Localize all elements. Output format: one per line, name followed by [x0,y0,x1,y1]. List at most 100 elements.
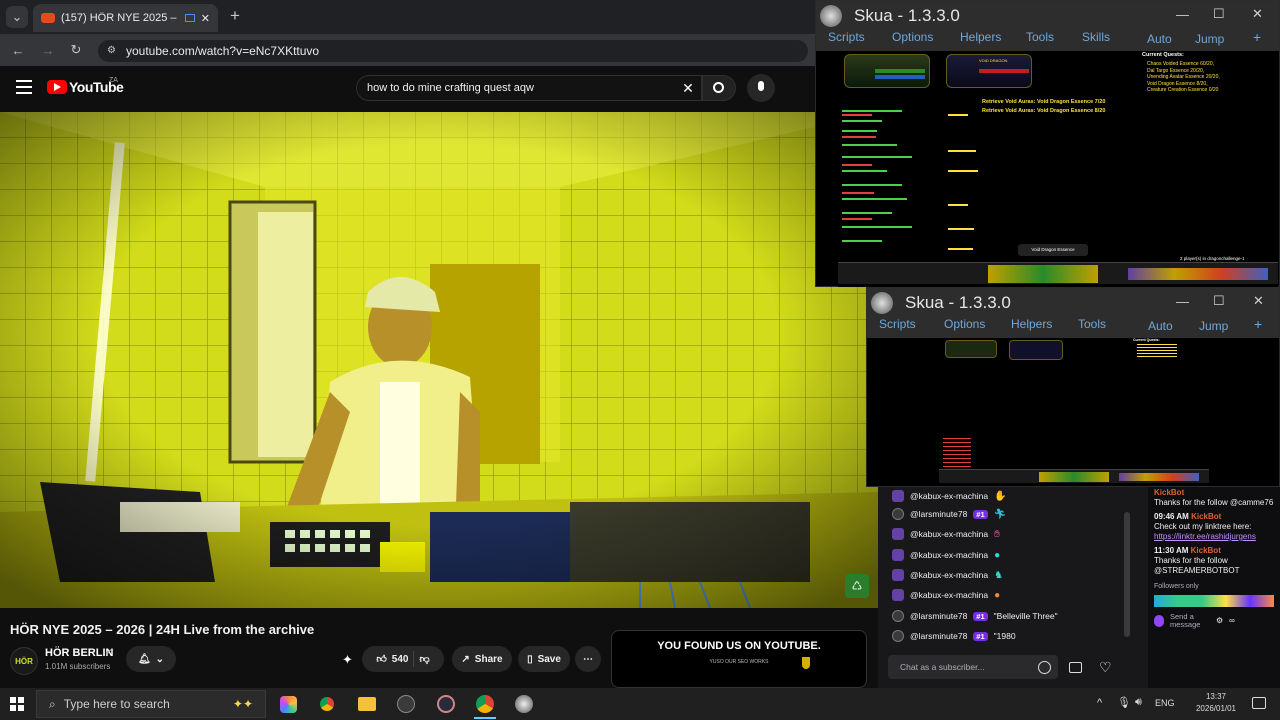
send-message-input[interactable]: Send a message [1170,613,1210,629]
bot-message: Thanks for the follow @STREAMERBOTBOT [1154,556,1240,575]
language-indicator[interactable]: ENG [1155,698,1175,708]
menu-tools[interactable]: Tools [1026,30,1054,44]
clear-search-icon[interactable]: ✕ [680,80,696,96]
browser-tab[interactable]: (157) HÖR NYE 2025 – 2026 ✕ [33,4,218,32]
gift-icon[interactable] [1069,662,1082,673]
item-tooltip: Void Dragon Essence [1018,244,1088,256]
action-bar[interactable] [939,469,1209,483]
subscribed-button[interactable]: 🔔︎ ⌄ [126,646,176,672]
maximize-icon[interactable]: ☐ [1213,293,1225,309]
chrome-active-icon[interactable] [476,695,494,713]
search-button[interactable] [702,75,736,101]
like-button[interactable]: 👍︎ 540 [376,653,409,666]
minimize-icon[interactable]: — [1176,7,1189,22]
back-icon[interactable]: ← [10,42,26,58]
channel-avatar[interactable]: HÖR [10,647,38,675]
emote-icon: ● [994,589,1001,601]
snipping-tool-icon[interactable] [437,695,455,713]
close-icon[interactable]: ✕ [1252,6,1263,22]
chat-message: @larsminute78 #1 "1980 [892,627,1016,645]
mic-icon[interactable] [1154,615,1164,627]
volume-icon[interactable]: 🔊︎ [1135,696,1142,709]
forward-icon[interactable]: → [40,42,56,58]
chat-username[interactable]: @kabux-ex-machina [910,590,988,600]
chat-username[interactable]: @kabux-ex-machina [910,550,988,560]
tray-mic-icon[interactable]: 🎙︎ [1117,696,1131,709]
like-count: 540 [391,653,409,665]
skua-taskbar-icon[interactable] [515,695,533,713]
menu-options[interactable]: Options [944,317,985,331]
search-input[interactable]: how to do mine crafting quest aqw [356,75,702,101]
file-explorer-icon[interactable] [358,697,376,711]
site-info-icon[interactable]: ⚙ [107,45,116,56]
voice-search-button[interactable] [747,74,775,102]
menu-skills[interactable]: Skills [1082,30,1110,44]
minimize-icon[interactable]: — [1176,294,1189,309]
menu-hamburger-icon[interactable] [16,80,32,94]
chat-username[interactable]: @larsminute78 [910,509,967,519]
heart-icon[interactable]: ♡ [1099,659,1112,676]
menu-auto[interactable]: Auto [1147,32,1172,46]
game-viewport[interactable]: Current Quests: [939,338,1209,486]
chat-username[interactable]: @larsminute78 [910,611,967,621]
youtube-logo-icon[interactable] [47,80,67,94]
share-icon: ↗ [461,653,470,665]
menu-jump[interactable]: Jump [1195,32,1224,46]
chat-message: @kabux-ex-machina ✋ [892,487,1007,505]
channel-name[interactable]: HÖR BERLIN [45,647,113,659]
reload-icon[interactable]: ↻ [68,42,84,58]
watermark-icon: ♺ [845,574,869,598]
menu-helpers[interactable]: Helpers [960,30,1001,44]
badge-icon [892,569,904,581]
tab-search-icon[interactable]: ⌄ [6,6,28,28]
super-thanks-icon[interactable]: ✦ [342,652,353,668]
tray-chevron-icon[interactable]: ^ [1097,697,1102,709]
video-player[interactable]: ♺ [0,112,878,608]
close-icon[interactable]: ✕ [1253,293,1264,309]
chat-username[interactable]: @kabux-ex-machina [910,529,988,539]
chat-username[interactable]: @kabux-ex-machina [910,491,988,501]
menu-tools[interactable]: Tools [1078,317,1106,331]
add-icon[interactable]: + [1254,316,1262,332]
thumbs-down-icon[interactable]: 👎︎ [419,653,429,665]
tab-close-icon[interactable]: ✕ [201,12,210,25]
link-icon[interactable]: ∞ [1229,616,1235,626]
action-bar[interactable] [838,262,1278,284]
menu-jump[interactable]: Jump [1199,319,1228,333]
menu-auto[interactable]: Auto [1148,319,1173,333]
menu-scripts[interactable]: Scripts [879,317,916,331]
address-input[interactable]: ⚙ youtube.com/watch?v=eNc7XKttuvo [98,40,808,62]
windows-taskbar: ⌕ Type here to search ✦✦ ^ 🎙︎ 🔊︎ ENG 13:3… [0,688,1280,720]
new-tab-icon[interactable]: + [226,6,244,25]
clock[interactable]: 13:37 2026/01/01 [1188,691,1244,715]
linktree-link[interactable]: https://linktr.ee/rashidjurgens [1154,532,1274,542]
maximize-icon[interactable]: ☐ [1213,6,1225,22]
chat-username[interactable]: @larsminute78 [910,631,967,641]
menu-helpers[interactable]: Helpers [1011,317,1052,331]
chat-input[interactable]: Chat as a subscriber... [888,655,1058,679]
chat-username[interactable]: @kabux-ex-machina [910,570,988,580]
share-button[interactable]: ↗ Share [452,646,512,672]
chrome-icon[interactable] [318,695,336,713]
taskbar-search-box[interactable]: ⌕ Type here to search ✦✦ [36,690,266,718]
steam-icon[interactable] [397,695,415,713]
copilot-icon[interactable] [280,696,297,713]
emote-strip[interactable] [1154,595,1274,607]
promo-card[interactable]: YOU FOUND US ON YOUTUBE. YUSO OUR SEO WO… [611,630,867,688]
chat-scrollbar[interactable] [1124,512,1130,637]
more-actions-button[interactable]: ⋯ [575,646,601,672]
menu-scripts[interactable]: Scripts [828,30,865,44]
bot-username[interactable]: KickBot [1191,546,1221,555]
game-viewport[interactable]: VOID DRAGON Current Quests: Chaos Voided… [838,52,1278,287]
notifications-icon[interactable] [1252,697,1266,709]
emoji-icon[interactable] [1038,661,1051,674]
add-icon[interactable]: + [1253,29,1261,45]
menu-options[interactable]: Options [892,30,933,44]
active-app-indicator [474,717,496,719]
windows-start-icon[interactable] [10,697,24,711]
message-time: 09:46 AM [1154,512,1189,521]
bot-username[interactable]: KickBot [1154,488,1274,498]
save-button[interactable]: ▯ Save [518,646,570,672]
settings-icon[interactable]: ⚙ [1216,616,1223,626]
bot-username[interactable]: KickBot [1191,512,1221,521]
